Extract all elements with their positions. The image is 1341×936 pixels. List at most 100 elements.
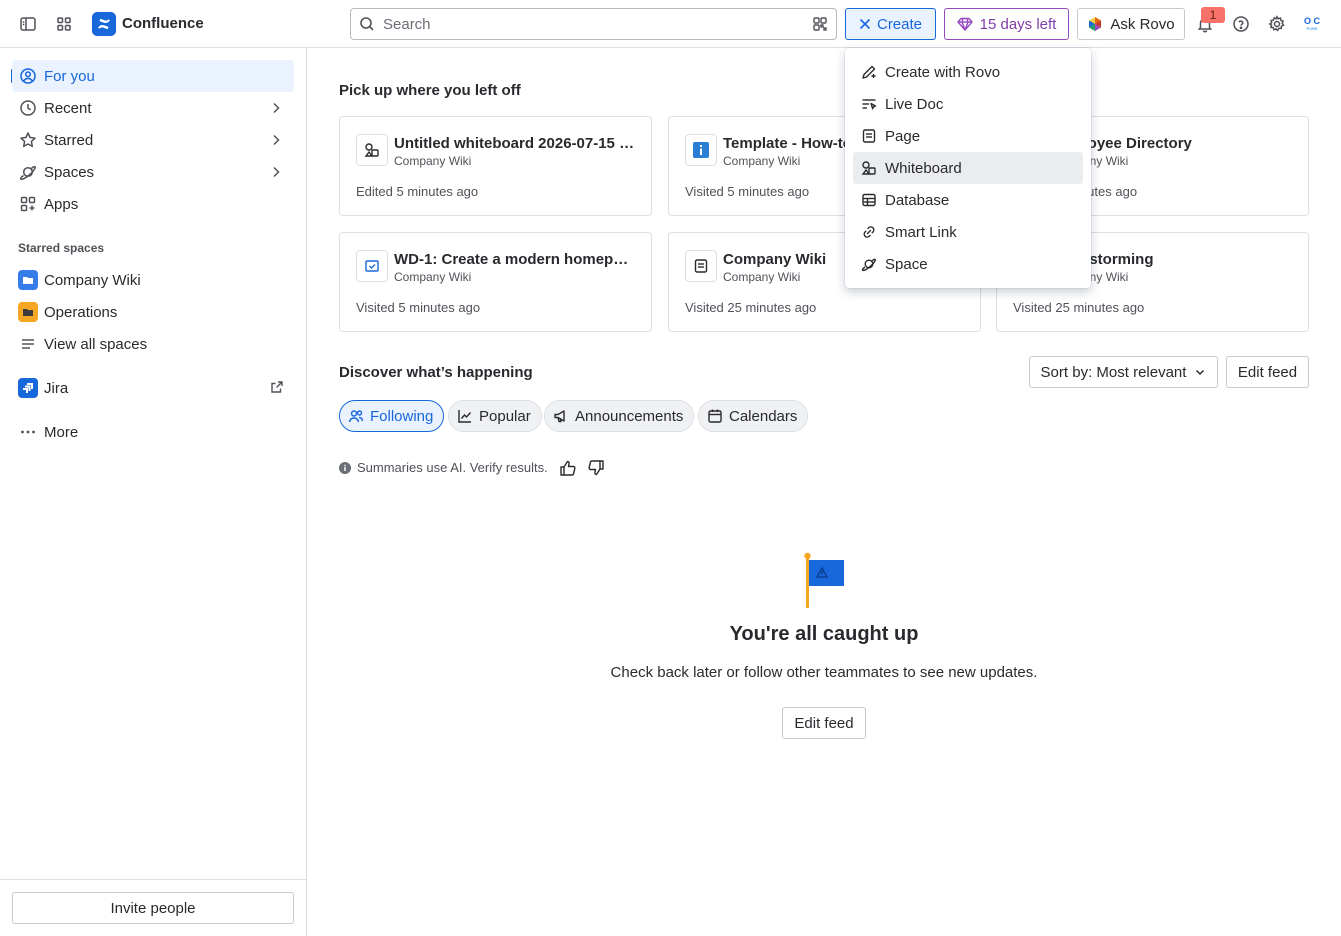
starred-spaces-heading: Starred spaces	[18, 241, 105, 255]
menu-item-whiteboard[interactable]: Whiteboard	[853, 152, 1083, 184]
sidebar-item-label: For you	[44, 67, 95, 85]
card-title: Untitled whiteboard 2026-07-15 at 10:25	[394, 135, 636, 152]
chevron-right-icon[interactable]	[268, 100, 284, 116]
card-space: Company Wiki	[394, 270, 472, 284]
gear-icon[interactable]	[1263, 10, 1291, 38]
card-space: Company Wiki	[723, 154, 801, 168]
menu-item-label: Database	[885, 191, 950, 209]
chevron-right-icon[interactable]	[268, 132, 284, 148]
sidebar-item-label: Jira	[44, 379, 69, 397]
trial-button-label: 15 days left	[979, 15, 1057, 33]
whiteboard-icon	[861, 160, 877, 176]
sidebar-item-for-you[interactable]: For you	[12, 60, 294, 92]
empty-state-edit-feed-button[interactable]: Edit feed	[782, 707, 866, 739]
sidebar-item-starred[interactable]: Starred	[12, 124, 294, 156]
edit-feed-button[interactable]: Edit feed	[1226, 356, 1309, 388]
menu-item-label: Page	[885, 127, 921, 145]
planet-icon	[861, 256, 877, 272]
avatar[interactable]: O C PURE	[1298, 12, 1326, 36]
card-meta: Visited 25 minutes ago	[685, 300, 817, 315]
jira-icon-wrapper	[18, 378, 38, 398]
thumbs-up-icon[interactable]	[559, 459, 577, 477]
sidebar-space-operations[interactable]: Operations	[12, 296, 294, 328]
menu-item-database[interactable]: Database	[853, 184, 1083, 216]
menu-item-page[interactable]: Page	[853, 120, 1083, 152]
invite-people-button[interactable]: Invite people	[12, 892, 294, 924]
tab-popular[interactable]: Popular	[448, 400, 542, 432]
tab-label: Calendars	[729, 407, 798, 425]
sidebar-space-company-wiki[interactable]: Company Wiki	[12, 264, 294, 296]
sidebar-toggle-icon[interactable]	[14, 10, 42, 38]
top-navigation-bar: Confluence Create 15 days left Ask Rovo …	[0, 0, 1341, 48]
close-icon	[859, 18, 871, 30]
recent-card[interactable]: Untitled whiteboard 2026-07-15 at 10:25 …	[339, 116, 652, 216]
help-icon[interactable]	[1227, 10, 1255, 38]
app-name[interactable]: Confluence	[122, 15, 204, 32]
discover-heading: Discover what’s happening	[339, 364, 533, 381]
rovo-icon	[1087, 16, 1103, 32]
tab-announcements[interactable]: Announcements	[544, 400, 695, 432]
search-box[interactable]	[350, 8, 837, 40]
tab-following[interactable]: Following	[339, 400, 445, 432]
empty-state-text: Check back later or follow other teammat…	[610, 664, 1038, 681]
space-icon-wrapper	[18, 302, 38, 322]
sidebar-item-recent[interactable]: Recent	[12, 92, 294, 124]
search-input[interactable]	[383, 15, 812, 33]
chevron-right-icon[interactable]	[268, 164, 284, 180]
people-icon	[348, 408, 364, 424]
diamond-icon	[956, 16, 973, 32]
card-title: WD-1: Create a modern homepage design	[394, 251, 636, 268]
sidebar-item-label: Apps	[44, 195, 79, 213]
jira-logo-icon	[18, 378, 38, 398]
menu-item-label: Space	[885, 255, 928, 273]
whiteboard-icon	[356, 134, 388, 166]
recent-card[interactable]: WD-1: Create a modern homepage design Co…	[339, 232, 652, 332]
ai-disclaimer-text: Summaries use AI. Verify results.	[357, 460, 548, 475]
ask-rovo-label: Ask Rovo	[1110, 15, 1175, 33]
card-meta: Visited 5 minutes ago	[685, 184, 810, 199]
page-icon	[861, 128, 877, 144]
tab-calendars[interactable]: Calendars	[698, 400, 809, 432]
ai-disclaimer: Summaries use AI. Verify results.	[339, 460, 548, 475]
trend-chart-icon	[457, 408, 473, 424]
sidebar-item-label: More	[44, 423, 79, 441]
sidebar: For you Recent Starred Spaces Apps Starr…	[0, 48, 307, 936]
tab-label: Following	[370, 407, 434, 425]
info-template-icon	[685, 134, 717, 166]
apps-grid-icon	[18, 194, 38, 214]
menu-item-smart-link[interactable]: Smart Link	[853, 216, 1083, 248]
database-table-icon	[861, 192, 877, 208]
search-filter-icon[interactable]	[812, 16, 828, 32]
sidebar-item-jira[interactable]: Jira	[12, 372, 294, 404]
search-icon	[359, 16, 375, 32]
thumbs-down-icon[interactable]	[587, 459, 605, 477]
operations-space-icon	[18, 302, 38, 322]
sort-dropdown[interactable]: Sort by: Most relevant	[1029, 356, 1218, 388]
menu-item-label: Live Doc	[885, 95, 944, 113]
sidebar-item-more[interactable]: More	[12, 416, 294, 448]
space-icon-wrapper	[18, 270, 38, 290]
card-space: Company Wiki	[394, 154, 472, 168]
external-link-icon[interactable]	[270, 380, 284, 394]
menu-item-live-doc[interactable]: Live Doc	[853, 88, 1083, 120]
menu-item-space[interactable]: Space	[853, 248, 1083, 280]
sidebar-item-label: Starred	[44, 131, 94, 149]
chevron-down-icon	[1194, 366, 1206, 378]
menu-item-label: Smart Link	[885, 223, 957, 241]
sidebar-item-label: Company Wiki	[44, 271, 141, 289]
create-button-label: Create	[876, 15, 923, 33]
page-icon	[685, 250, 717, 282]
sidebar-item-spaces[interactable]: Spaces	[12, 156, 294, 188]
sidebar-view-all-spaces[interactable]: View all spaces	[12, 328, 294, 360]
tab-label: Announcements	[575, 407, 684, 425]
trial-button[interactable]: 15 days left	[944, 8, 1069, 40]
app-switcher-icon[interactable]	[50, 10, 78, 38]
confluence-logo-icon[interactable]	[92, 12, 116, 36]
sidebar-item-label: Recent	[44, 99, 92, 117]
create-button[interactable]: Create	[845, 8, 936, 40]
card-space: Company Wiki	[723, 270, 801, 284]
menu-item-create-with-rovo[interactable]: Create with Rovo	[853, 56, 1083, 88]
ask-rovo-button[interactable]: Ask Rovo	[1077, 8, 1185, 40]
card-meta: Visited 5 minutes ago	[356, 300, 481, 315]
sidebar-item-apps[interactable]: Apps	[12, 188, 294, 220]
